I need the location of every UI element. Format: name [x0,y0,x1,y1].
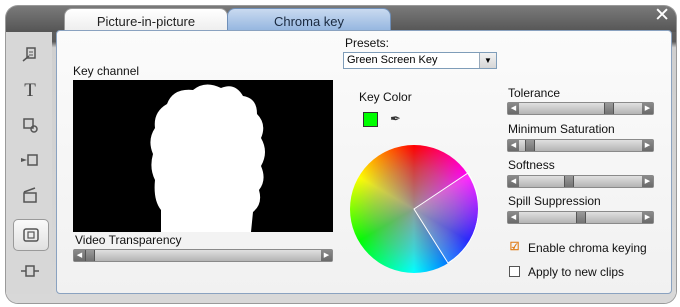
tab-label: Chroma key [273,13,345,29]
arrow-right-icon[interactable]: ▶ [642,176,653,187]
spill-suppression-label: Spill Suppression [508,194,601,208]
clip-properties-icon[interactable] [13,40,47,70]
minimum-saturation-slider[interactable]: ◀ ▶ [507,139,654,152]
arrow-right-icon[interactable]: ▶ [642,140,653,151]
apply-new-clips-label: Apply to new clips [528,265,625,279]
clapper-board-icon[interactable] [13,180,47,210]
arrow-left-icon[interactable]: ◀ [74,250,85,261]
picture-in-picture-icon[interactable] [13,219,49,251]
video-transparency-slider[interactable]: ◀ ▶ [73,249,333,262]
presets-label: Presets: [345,36,390,50]
video-effects-icon[interactable] [13,145,47,175]
arrow-right-icon[interactable]: ▶ [642,212,653,223]
video-transparency-label: Video Transparency [75,233,182,247]
apply-new-clips-checkbox[interactable] [509,266,520,277]
presets-dropdown[interactable]: Green Screen Key ▼ [343,52,497,69]
softness-slider[interactable]: ◀ ▶ [507,175,654,188]
slider-thumb[interactable] [524,140,535,151]
key-channel-preview [73,80,333,232]
arrow-right-icon[interactable]: ▶ [642,103,653,114]
tab-label: Picture-in-picture [96,13,196,29]
tolerance-label: Tolerance [508,86,561,100]
eyedropper-icon[interactable]: ✒ [390,111,401,127]
key-color-swatch[interactable] [363,112,378,127]
minimum-saturation-label: Minimum Saturation [508,122,615,136]
spill-suppression-slider[interactable]: ◀ ▶ [507,211,654,224]
arrow-left-icon[interactable]: ◀ [508,176,519,187]
arrow-right-icon[interactable]: ▶ [321,250,332,261]
key-color-label: Key Color [359,90,412,104]
presets-selected-value: Green Screen Key [347,54,438,66]
softness-label: Softness [508,158,555,172]
key-color-wedge [413,172,478,264]
plugin-connector-icon[interactable] [13,256,47,286]
key-matte-image [150,84,265,232]
arrow-left-icon[interactable]: ◀ [508,103,519,114]
arrow-left-icon[interactable]: ◀ [508,140,519,151]
title-text-icon[interactable]: T [13,76,47,106]
arrow-left-icon[interactable]: ◀ [508,212,519,223]
enable-chroma-checkbox[interactable]: ☑ [509,242,520,253]
close-icon[interactable]: ✕ [654,6,670,25]
chevron-down-icon[interactable]: ▼ [479,53,496,68]
slider-thumb[interactable] [603,103,614,114]
slider-thumb[interactable] [85,250,95,261]
tolerance-slider[interactable]: ◀ ▶ [507,102,654,115]
slider-thumb[interactable] [575,212,586,223]
audio-effects-icon[interactable] [13,110,47,140]
sidebar: T [6,32,52,294]
slider-thumb[interactable] [564,176,575,187]
key-channel-label: Key channel [73,64,140,78]
enable-chroma-label: Enable chroma keying [528,241,647,255]
color-wheel[interactable] [350,145,478,273]
